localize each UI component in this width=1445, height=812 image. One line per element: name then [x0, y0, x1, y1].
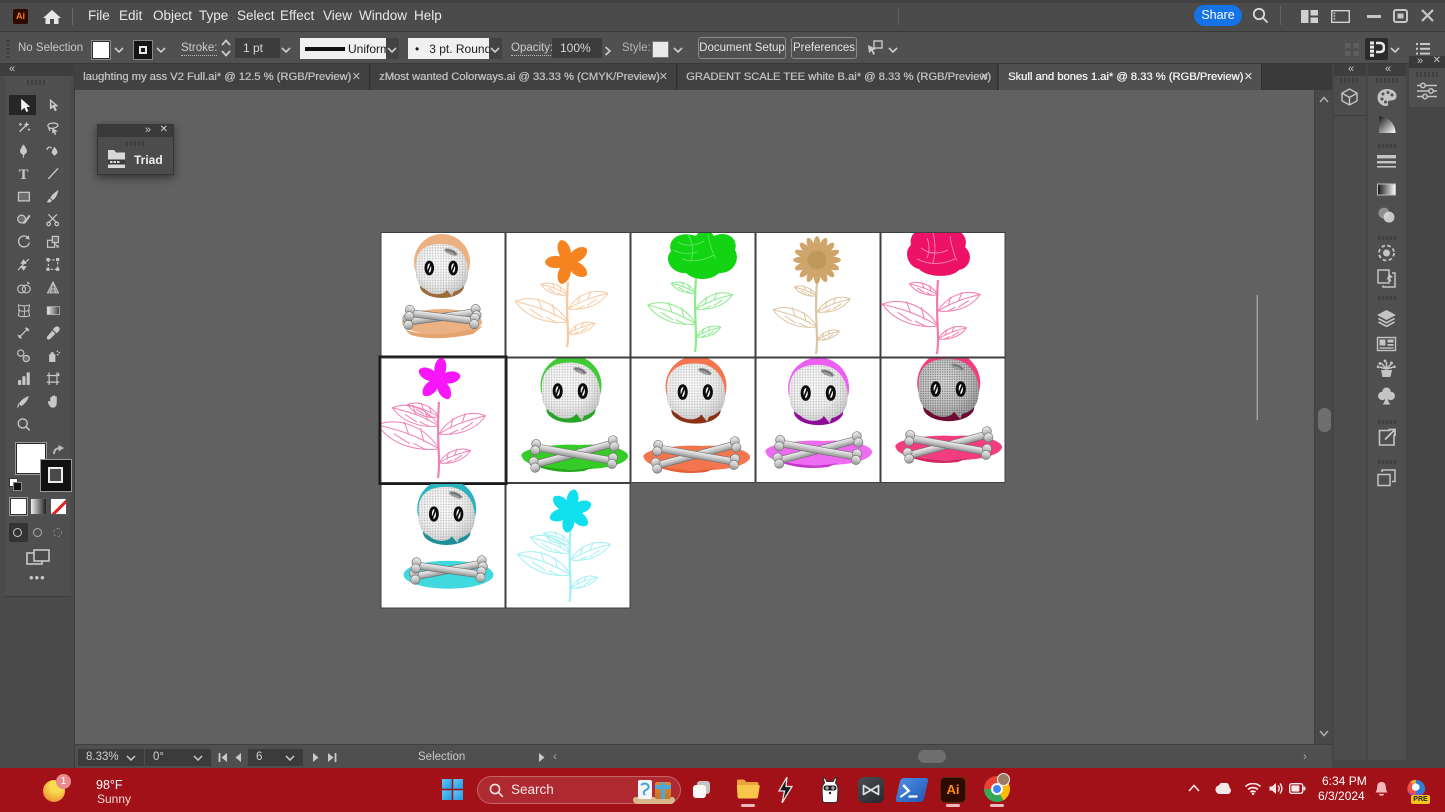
svg-text:T: T: [19, 167, 29, 183]
